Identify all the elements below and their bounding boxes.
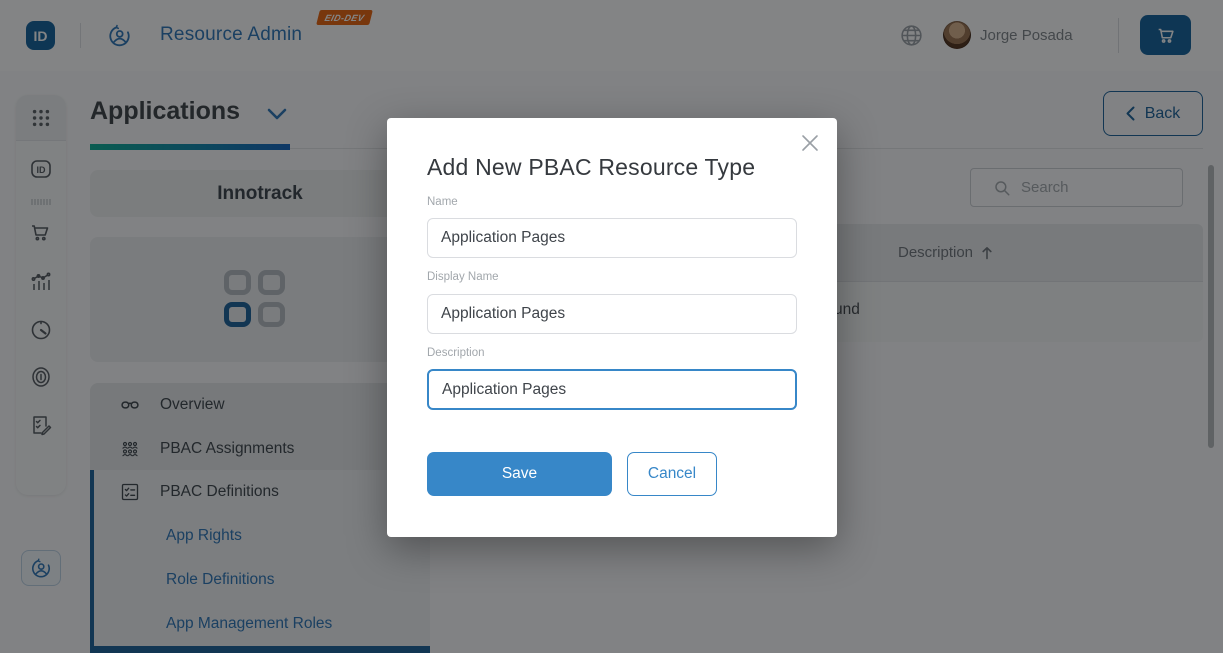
close-icon: [801, 134, 819, 152]
name-field-label: Name: [427, 196, 458, 208]
description-field-label: Description: [427, 347, 485, 359]
modal-title: Add New PBAC Resource Type: [427, 154, 755, 181]
save-button[interactable]: Save: [427, 452, 612, 496]
description-field[interactable]: [427, 369, 797, 410]
app-window: ID Resource Admin EID-DEV Jorge Posada: [0, 0, 1223, 653]
close-button[interactable]: [796, 129, 824, 157]
name-field[interactable]: [427, 218, 797, 258]
add-resource-type-modal: Add New PBAC Resource Type Name Display …: [387, 118, 837, 537]
display-name-field-label: Display Name: [427, 271, 499, 283]
display-name-field[interactable]: [427, 294, 797, 334]
cancel-button[interactable]: Cancel: [627, 452, 717, 496]
